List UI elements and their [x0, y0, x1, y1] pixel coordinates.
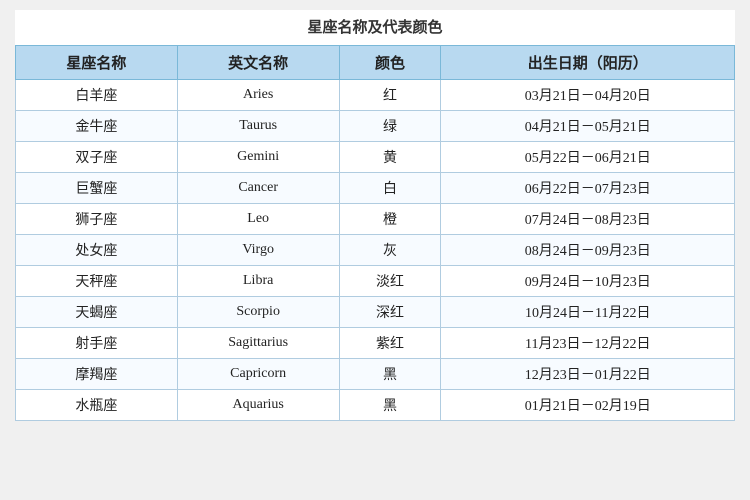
cell-chinese-name: 狮子座 — [16, 204, 178, 235]
cell-color: 白 — [339, 173, 441, 204]
header-dates: 出生日期（阳历） — [441, 46, 735, 80]
table-row: 双子座Gemini黄05月22日－06月21日 — [16, 142, 735, 173]
cell-dates: 08月24日－09月23日 — [441, 235, 735, 266]
table-header-row: 星座名称 英文名称 颜色 出生日期（阳历） — [16, 46, 735, 80]
cell-english-name: Taurus — [177, 111, 339, 142]
cell-dates: 09月24日－10月23日 — [441, 266, 735, 297]
cell-english-name: Libra — [177, 266, 339, 297]
cell-english-name: Capricorn — [177, 359, 339, 390]
cell-english-name: Virgo — [177, 235, 339, 266]
table-row: 水瓶座Aquarius黑01月21日－02月19日 — [16, 390, 735, 421]
cell-dates: 12月23日－01月22日 — [441, 359, 735, 390]
header-english-name: 英文名称 — [177, 46, 339, 80]
table-row: 巨蟹座Cancer白06月22日－07月23日 — [16, 173, 735, 204]
cell-english-name: Aquarius — [177, 390, 339, 421]
cell-color: 灰 — [339, 235, 441, 266]
cell-dates: 05月22日－06月21日 — [441, 142, 735, 173]
cell-color: 淡红 — [339, 266, 441, 297]
cell-english-name: Gemini — [177, 142, 339, 173]
cell-color: 橙 — [339, 204, 441, 235]
table-row: 天秤座Libra淡红09月24日－10月23日 — [16, 266, 735, 297]
cell-color: 深红 — [339, 297, 441, 328]
cell-dates: 11月23日－12月22日 — [441, 328, 735, 359]
cell-chinese-name: 天秤座 — [16, 266, 178, 297]
cell-color: 绿 — [339, 111, 441, 142]
cell-chinese-name: 双子座 — [16, 142, 178, 173]
cell-chinese-name: 处女座 — [16, 235, 178, 266]
cell-dates: 04月21日－05月21日 — [441, 111, 735, 142]
cell-dates: 01月21日－02月19日 — [441, 390, 735, 421]
cell-english-name: Cancer — [177, 173, 339, 204]
zodiac-table: 星座名称 英文名称 颜色 出生日期（阳历） 白羊座Aries红03月21日－04… — [15, 45, 735, 421]
cell-dates: 07月24日－08月23日 — [441, 204, 735, 235]
cell-color: 红 — [339, 80, 441, 111]
cell-color: 黄 — [339, 142, 441, 173]
table-row: 金牛座Taurus绿04月21日－05月21日 — [16, 111, 735, 142]
table-row: 白羊座Aries红03月21日－04月20日 — [16, 80, 735, 111]
cell-color: 紫红 — [339, 328, 441, 359]
cell-color: 黑 — [339, 359, 441, 390]
main-container: 星座名称及代表颜色 星座名称 英文名称 颜色 出生日期（阳历） 白羊座Aries… — [15, 10, 735, 421]
cell-chinese-name: 射手座 — [16, 328, 178, 359]
cell-english-name: Sagittarius — [177, 328, 339, 359]
cell-chinese-name: 金牛座 — [16, 111, 178, 142]
cell-chinese-name: 摩羯座 — [16, 359, 178, 390]
table-row: 摩羯座Capricorn黑12月23日－01月22日 — [16, 359, 735, 390]
cell-chinese-name: 天蝎座 — [16, 297, 178, 328]
cell-chinese-name: 水瓶座 — [16, 390, 178, 421]
cell-chinese-name: 巨蟹座 — [16, 173, 178, 204]
table-row: 射手座Sagittarius紫红11月23日－12月22日 — [16, 328, 735, 359]
page-title: 星座名称及代表颜色 — [15, 10, 735, 45]
header-color: 颜色 — [339, 46, 441, 80]
header-chinese-name: 星座名称 — [16, 46, 178, 80]
cell-english-name: Aries — [177, 80, 339, 111]
cell-dates: 10月24日－11月22日 — [441, 297, 735, 328]
cell-english-name: Scorpio — [177, 297, 339, 328]
cell-english-name: Leo — [177, 204, 339, 235]
cell-dates: 03月21日－04月20日 — [441, 80, 735, 111]
cell-chinese-name: 白羊座 — [16, 80, 178, 111]
table-row: 天蝎座Scorpio深红10月24日－11月22日 — [16, 297, 735, 328]
table-row: 处女座Virgo灰08月24日－09月23日 — [16, 235, 735, 266]
cell-color: 黑 — [339, 390, 441, 421]
cell-dates: 06月22日－07月23日 — [441, 173, 735, 204]
table-row: 狮子座Leo橙07月24日－08月23日 — [16, 204, 735, 235]
